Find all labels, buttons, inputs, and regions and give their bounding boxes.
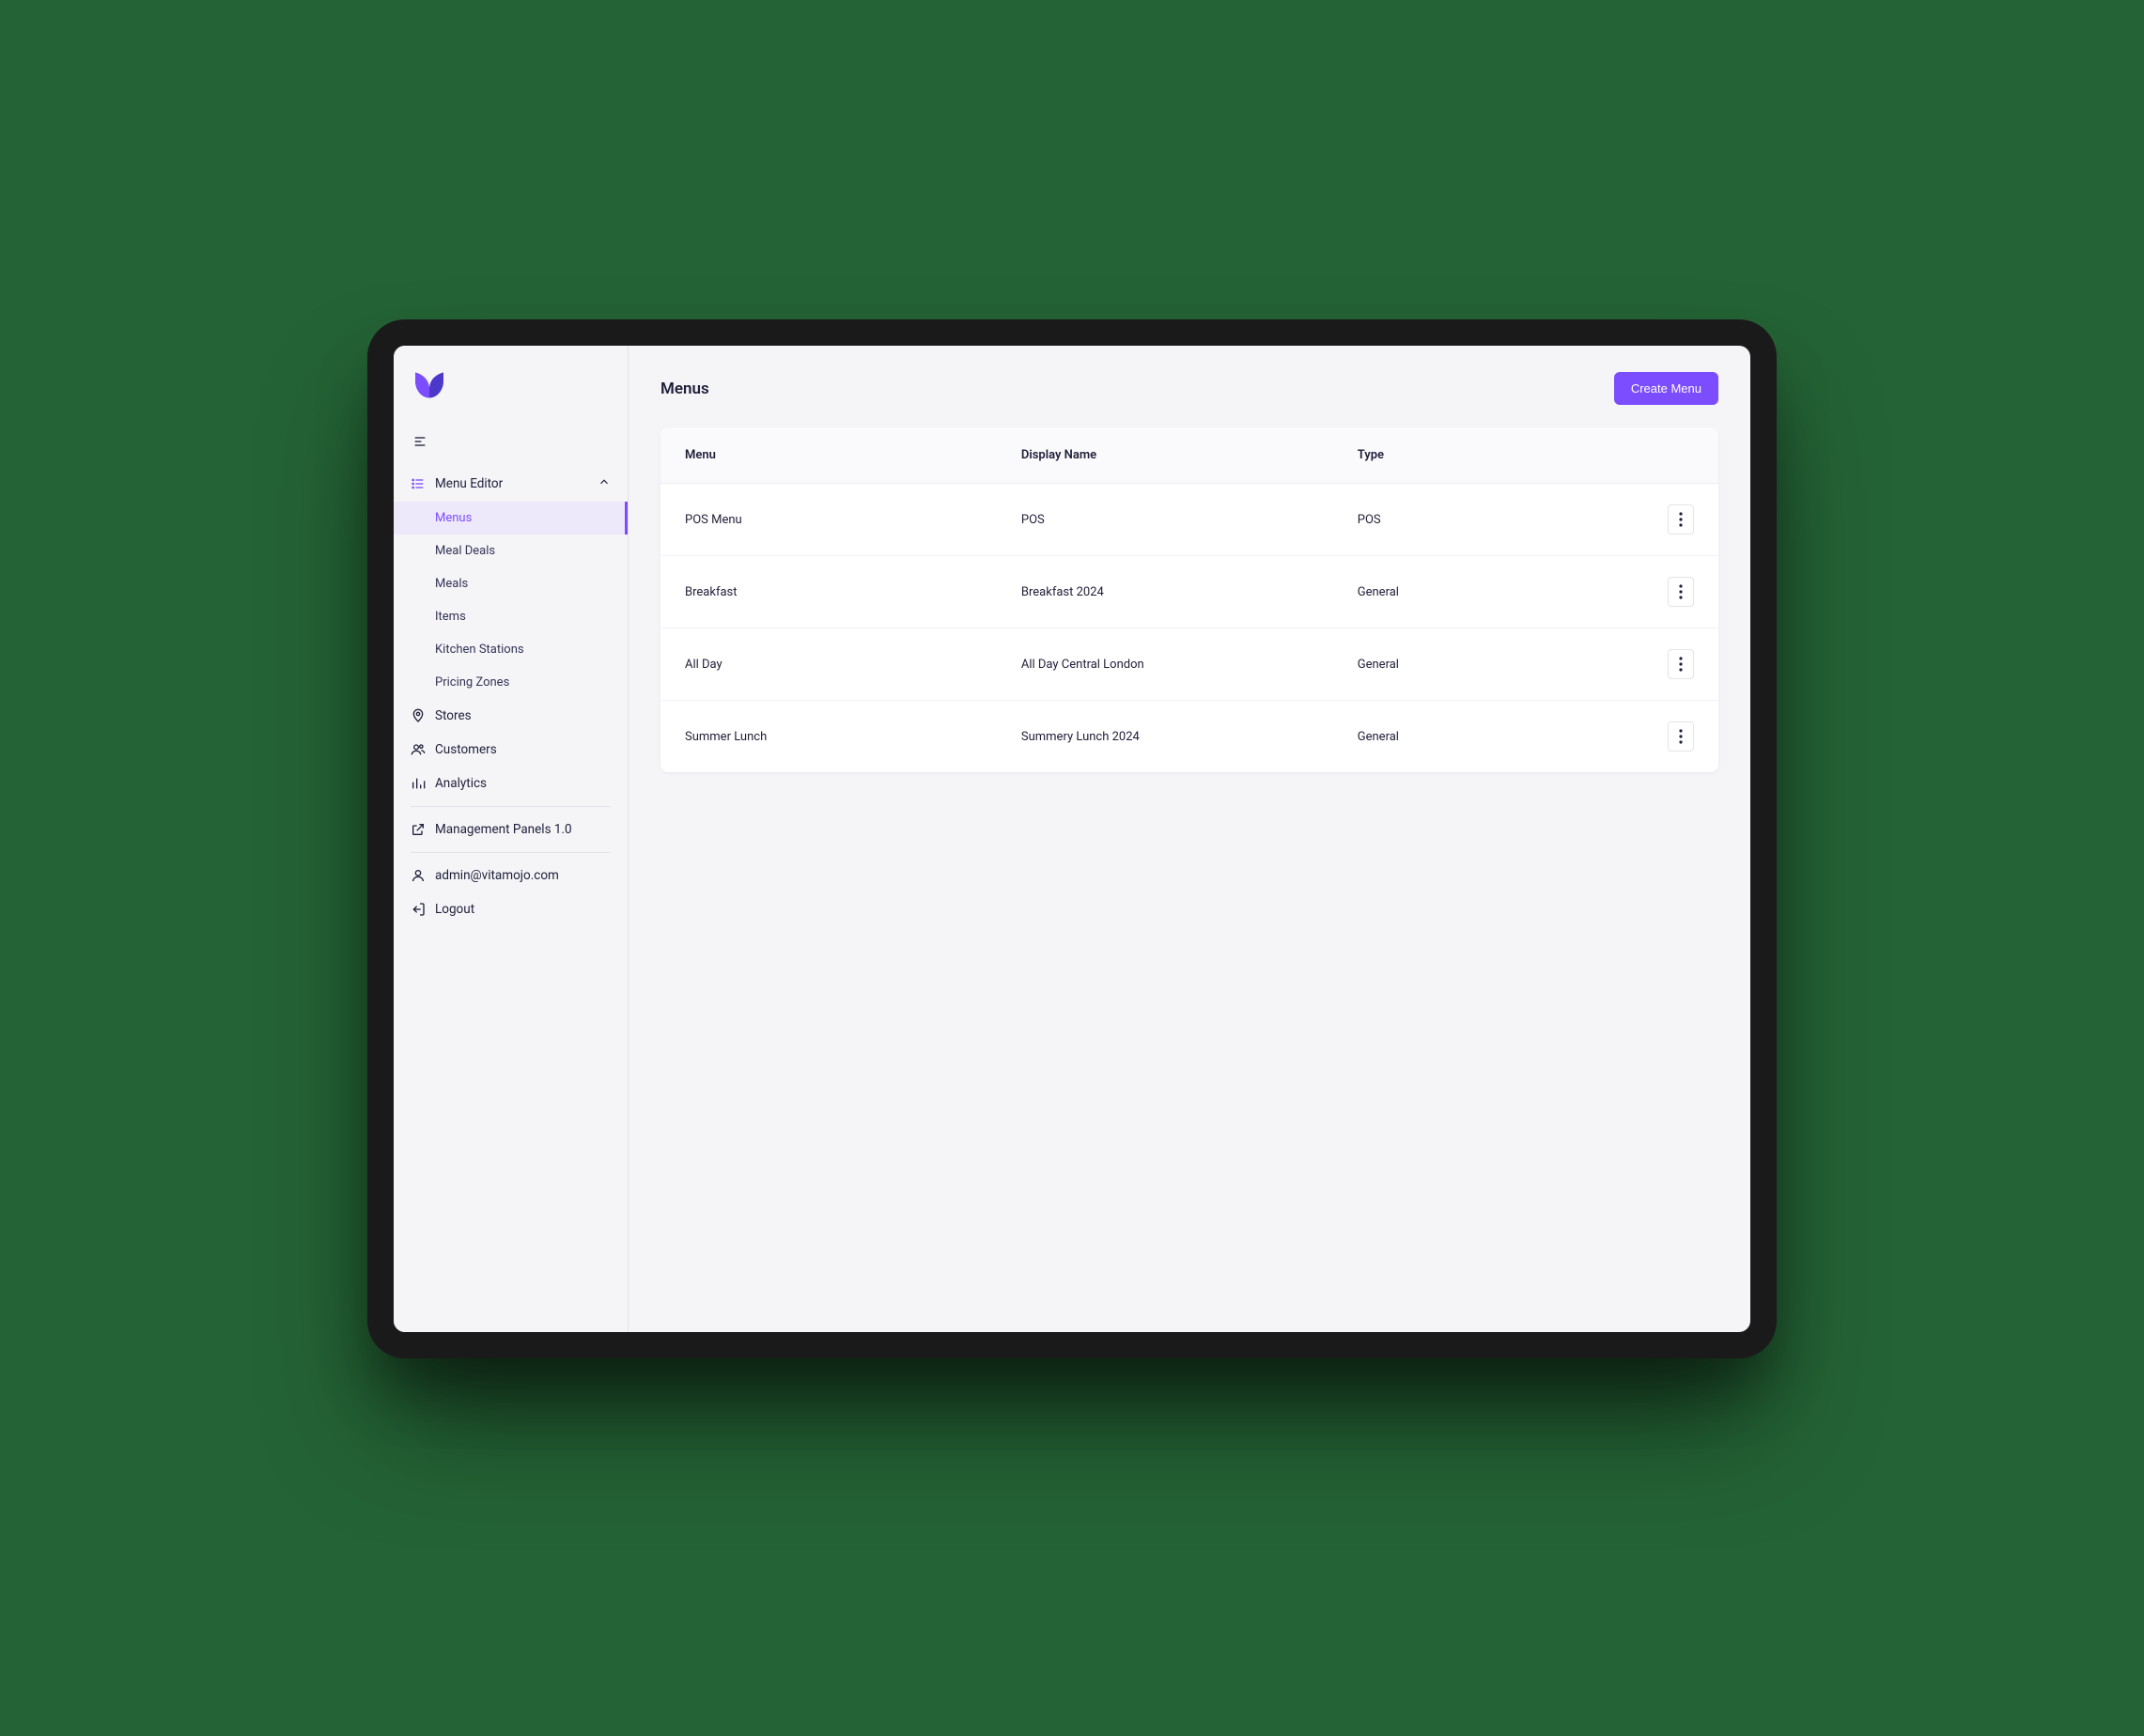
kebab-icon (1679, 512, 1683, 527)
sidebar-label: Logout (435, 902, 474, 917)
sidebar-item-user[interactable]: admin@vitamojo.com (394, 859, 628, 892)
list-icon (411, 476, 426, 491)
cell-display-name: Summery Lunch 2024 (1021, 730, 1358, 744)
kebab-icon (1679, 657, 1683, 672)
sidebar-item-menu-editor[interactable]: Menu Editor (394, 466, 628, 502)
sidebar-label: Customers (435, 742, 497, 757)
create-menu-button[interactable]: Create Menu (1614, 372, 1718, 405)
sidebar-label: Stores (435, 708, 472, 723)
sidebar-item-analytics[interactable]: Analytics (394, 767, 628, 800)
cell-display-name: POS (1021, 513, 1358, 527)
page-title: Menus (660, 380, 709, 398)
sidebar-sub-items[interactable]: Items (394, 600, 628, 633)
sidebar-sub-label: Kitchen Stations (435, 643, 524, 657)
row-actions-button[interactable] (1668, 721, 1694, 752)
cell-type: General (1358, 730, 1638, 744)
sidebar-item-logout[interactable]: Logout (394, 892, 628, 926)
external-link-icon (411, 822, 426, 837)
menus-table: Menu Display Name Type POS Menu POS POS (660, 427, 1718, 772)
sidebar-divider (411, 852, 611, 853)
collapse-icon (412, 434, 427, 449)
cell-menu: All Day (685, 658, 1021, 672)
sidebar-sub-kitchen-stations[interactable]: Kitchen Stations (394, 633, 628, 666)
cell-type: General (1358, 585, 1638, 599)
tablet-frame: Menu Editor Menus Meal Deals Meals Items… (367, 319, 1777, 1358)
chart-icon (411, 776, 426, 791)
sidebar-label: Menu Editor (435, 476, 503, 491)
cell-type: POS (1358, 513, 1638, 527)
row-actions-button[interactable] (1668, 577, 1694, 607)
users-icon (411, 742, 426, 757)
logout-icon (411, 902, 426, 917)
sidebar-sub-pricing-zones[interactable]: Pricing Zones (394, 666, 628, 699)
user-icon (411, 868, 426, 883)
table-row[interactable]: All Day All Day Central London General (660, 628, 1718, 701)
sidebar-divider (411, 806, 611, 807)
sidebar-sub-label: Menus (435, 511, 472, 525)
cell-actions (1638, 721, 1694, 752)
cell-menu: Summer Lunch (685, 730, 1021, 744)
kebab-icon (1679, 729, 1683, 744)
cell-type: General (1358, 658, 1638, 672)
sidebar-label: Analytics (435, 776, 487, 791)
sidebar-item-stores[interactable]: Stores (394, 699, 628, 733)
col-display-name: Display Name (1021, 448, 1358, 462)
user-email: admin@vitamojo.com (435, 868, 559, 883)
table-row[interactable]: POS Menu POS POS (660, 484, 1718, 556)
pin-icon (411, 708, 426, 723)
sidebar-sub-meals[interactable]: Meals (394, 567, 628, 600)
cell-actions (1638, 577, 1694, 607)
cell-display-name: Breakfast 2024 (1021, 585, 1358, 599)
sidebar-item-management-panels[interactable]: Management Panels 1.0 (394, 813, 628, 846)
sidebar-sub-label: Pricing Zones (435, 675, 509, 690)
chevron-up-icon (598, 475, 611, 492)
row-actions-button[interactable] (1668, 504, 1694, 535)
sidebar-sub-meal-deals[interactable]: Meal Deals (394, 535, 628, 567)
sidebar-sub-menus[interactable]: Menus (394, 502, 628, 535)
cell-menu: Breakfast (685, 585, 1021, 599)
cell-display-name: All Day Central London (1021, 658, 1358, 672)
app-screen: Menu Editor Menus Meal Deals Meals Items… (394, 346, 1750, 1332)
cell-actions (1638, 504, 1694, 535)
table-row[interactable]: Breakfast Breakfast 2024 General (660, 556, 1718, 628)
sidebar-label: Management Panels 1.0 (435, 822, 572, 837)
col-menu: Menu (685, 448, 1021, 462)
sidebar-sub-label: Meal Deals (435, 544, 495, 558)
sidebar: Menu Editor Menus Meal Deals Meals Items… (394, 346, 629, 1332)
sidebar-sub-label: Meals (435, 577, 468, 591)
collapse-sidebar-button[interactable] (394, 425, 628, 466)
kebab-icon (1679, 584, 1683, 599)
table-row[interactable]: Summer Lunch Summery Lunch 2024 General (660, 701, 1718, 772)
cell-menu: POS Menu (685, 513, 1021, 527)
brand-logo (394, 361, 628, 425)
row-actions-button[interactable] (1668, 649, 1694, 679)
sidebar-item-customers[interactable]: Customers (394, 733, 628, 767)
col-type: Type (1358, 448, 1638, 462)
sidebar-sub-label: Items (435, 610, 466, 624)
logo-icon (412, 368, 446, 402)
cell-actions (1638, 649, 1694, 679)
page-header: Menus Create Menu (660, 372, 1718, 405)
main-content: Menus Create Menu Menu Display Name Type… (629, 346, 1750, 1332)
table-header-row: Menu Display Name Type (660, 427, 1718, 484)
